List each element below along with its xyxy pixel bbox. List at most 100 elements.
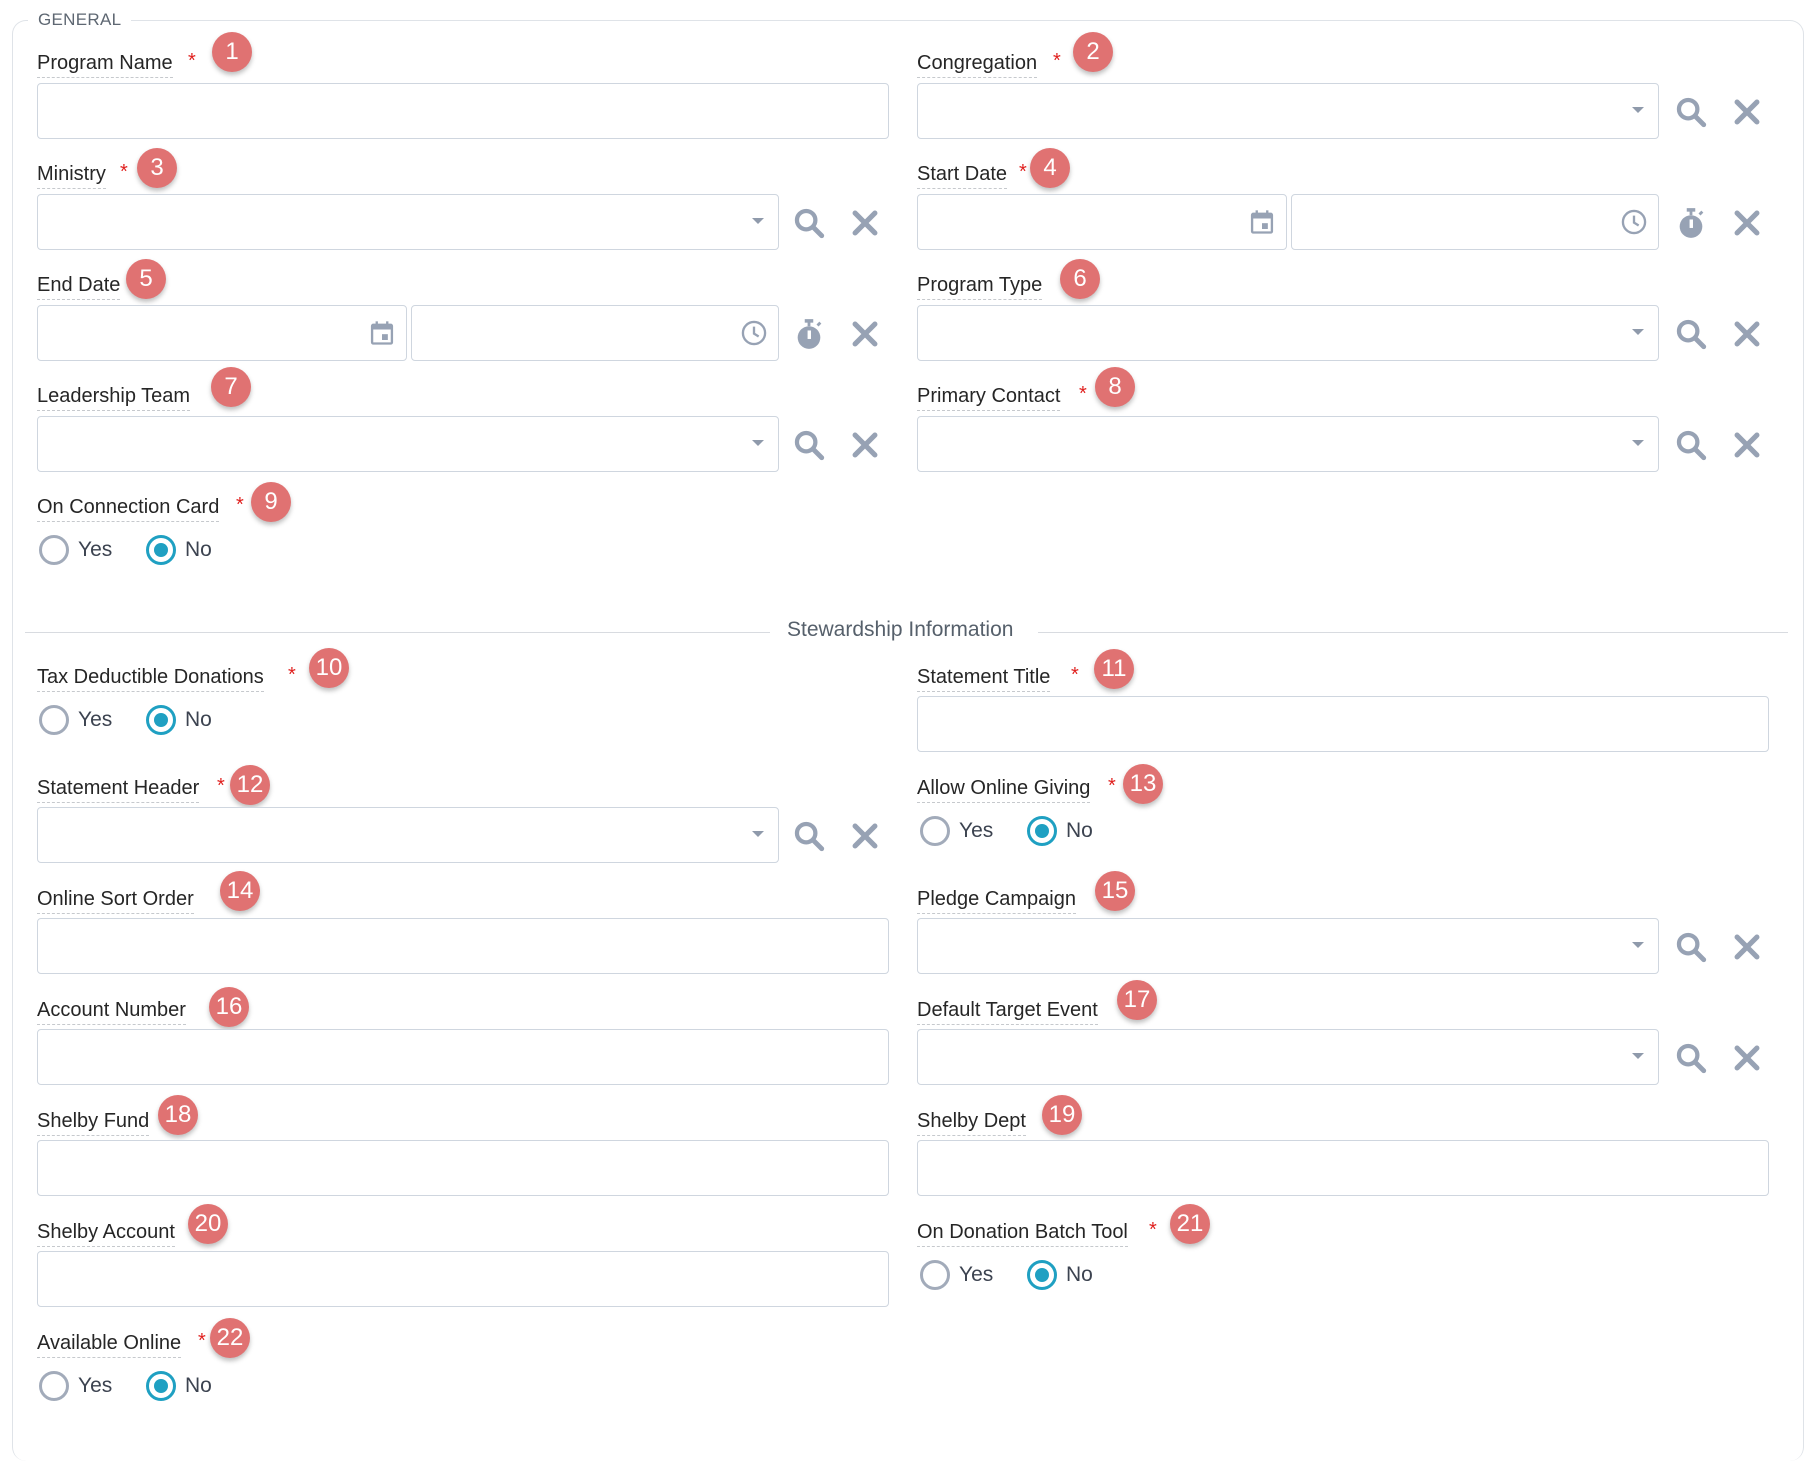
shelby-dept-input[interactable]: [917, 1140, 1769, 1196]
radio-label-no: No: [185, 1374, 212, 1397]
annotation-badge: 20: [188, 1204, 228, 1244]
radio-label-no: No: [185, 538, 212, 561]
section-general-title: GENERAL: [28, 10, 132, 30]
clear-icon[interactable]: [1730, 930, 1764, 964]
chevron-down-icon: [1632, 107, 1644, 113]
online-sort-order-input[interactable]: [37, 918, 889, 974]
search-icon[interactable]: [1674, 930, 1708, 964]
available-online-label: Available Online: [37, 1332, 182, 1358]
required-marker: *: [236, 494, 244, 516]
end-date-label: End Date: [37, 274, 121, 300]
clear-icon[interactable]: [1730, 317, 1764, 351]
chevron-down-icon: [1632, 1053, 1644, 1059]
clear-icon[interactable]: [848, 206, 882, 240]
on-donation-batch-tool-yes-radio[interactable]: [920, 1260, 950, 1290]
annotation-badge: 10: [309, 648, 349, 688]
clock-icon[interactable]: [1620, 208, 1648, 236]
primary-contact-label: Primary Contact: [917, 385, 1061, 411]
allow-online-giving-yes-radio[interactable]: [920, 816, 950, 846]
annotation-badge: 18: [158, 1095, 198, 1135]
shelby-account-input[interactable]: [37, 1251, 889, 1307]
clock-icon[interactable]: [740, 319, 768, 347]
chevron-down-icon: [752, 831, 764, 837]
search-icon[interactable]: [792, 206, 826, 240]
congregation-select[interactable]: [917, 83, 1659, 139]
search-icon[interactable]: [792, 428, 826, 462]
section-divider: [25, 632, 770, 633]
search-icon[interactable]: [1674, 428, 1708, 462]
annotation-badge: 17: [1117, 980, 1157, 1020]
search-icon[interactable]: [1674, 1041, 1708, 1075]
default-target-event-select[interactable]: [917, 1029, 1659, 1085]
radio-label-no: No: [1066, 819, 1093, 842]
leadership-team-select[interactable]: [37, 416, 779, 472]
annotation-badge: 1: [212, 32, 252, 72]
annotation-badge: 5: [126, 259, 166, 299]
annotation-badge: 4: [1030, 148, 1070, 188]
account-number-input[interactable]: [37, 1029, 889, 1085]
stopwatch-icon[interactable]: [792, 317, 826, 351]
on-connection-card-yes-radio[interactable]: [39, 535, 69, 565]
end-time-input[interactable]: [411, 305, 779, 361]
tax-deductible-label: Tax Deductible Donations: [37, 666, 264, 692]
program-name-input[interactable]: [37, 83, 889, 139]
tax-deductible-no-radio[interactable]: [146, 705, 176, 735]
required-marker: *: [217, 775, 225, 797]
start-date-label: Start Date: [917, 163, 1008, 189]
statement-header-select[interactable]: [37, 807, 779, 863]
statement-header-label: Statement Header: [37, 777, 200, 803]
clear-icon[interactable]: [1730, 1041, 1764, 1075]
program-type-select[interactable]: [917, 305, 1659, 361]
chevron-down-icon: [752, 218, 764, 224]
calendar-icon[interactable]: [368, 319, 396, 347]
required-marker: *: [1149, 1219, 1157, 1241]
annotation-badge: 8: [1095, 367, 1135, 407]
annotation-badge: 14: [220, 871, 260, 911]
allow-online-giving-no-radio[interactable]: [1027, 816, 1057, 846]
clear-icon[interactable]: [1730, 206, 1764, 240]
required-marker: *: [1079, 383, 1087, 405]
ministry-select[interactable]: [37, 194, 779, 250]
chevron-down-icon: [1632, 329, 1644, 335]
clear-icon[interactable]: [848, 819, 882, 853]
default-target-event-label: Default Target Event: [917, 999, 1098, 1025]
start-time-input[interactable]: [1291, 194, 1659, 250]
clear-icon[interactable]: [848, 317, 882, 351]
chevron-down-icon: [1632, 440, 1644, 446]
pledge-campaign-select[interactable]: [917, 918, 1659, 974]
clear-icon[interactable]: [1730, 428, 1764, 462]
annotation-badge: 6: [1060, 259, 1100, 299]
clear-icon[interactable]: [848, 428, 882, 462]
tax-deductible-yes-radio[interactable]: [39, 705, 69, 735]
online-sort-order-label: Online Sort Order: [37, 888, 194, 914]
on-connection-card-label: On Connection Card: [37, 496, 220, 522]
end-date-input[interactable]: [37, 305, 407, 361]
stopwatch-icon[interactable]: [1674, 206, 1708, 240]
annotation-badge: 19: [1042, 1095, 1082, 1135]
statement-title-input[interactable]: [917, 696, 1769, 752]
annotation-badge: 9: [251, 482, 291, 522]
start-date-input[interactable]: [917, 194, 1287, 250]
required-marker: *: [120, 161, 128, 183]
search-icon[interactable]: [1674, 95, 1708, 129]
congregation-label: Congregation: [917, 52, 1038, 78]
shelby-fund-label: Shelby Fund: [37, 1110, 150, 1136]
chevron-down-icon: [752, 440, 764, 446]
calendar-icon[interactable]: [1248, 208, 1276, 236]
annotation-badge: 7: [211, 367, 251, 407]
on-donation-batch-tool-no-radio[interactable]: [1027, 1260, 1057, 1290]
search-icon[interactable]: [1674, 317, 1708, 351]
shelby-fund-input[interactable]: [37, 1140, 889, 1196]
on-connection-card-no-radio[interactable]: [146, 535, 176, 565]
pledge-campaign-label: Pledge Campaign: [917, 888, 1076, 914]
radio-label-no: No: [185, 708, 212, 731]
on-donation-batch-tool-label: On Donation Batch Tool: [917, 1221, 1128, 1247]
search-icon[interactable]: [792, 819, 826, 853]
available-online-no-radio[interactable]: [146, 1371, 176, 1401]
clear-icon[interactable]: [1730, 95, 1764, 129]
radio-label-yes: Yes: [959, 819, 994, 842]
available-online-yes-radio[interactable]: [39, 1371, 69, 1401]
annotation-badge: 3: [137, 148, 177, 188]
program-name-label: Program Name: [37, 52, 173, 78]
primary-contact-select[interactable]: [917, 416, 1659, 472]
